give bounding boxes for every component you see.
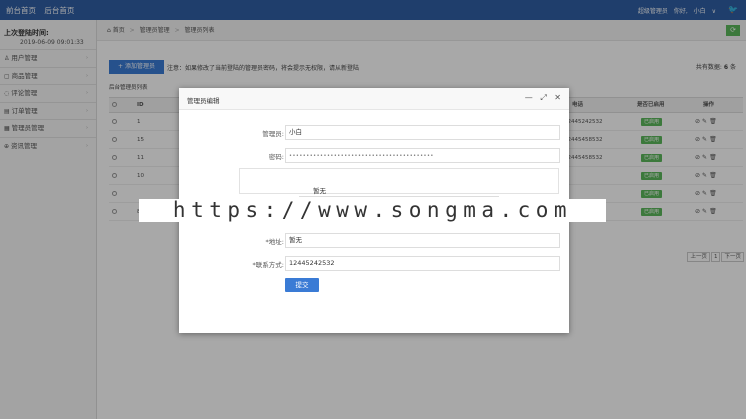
password-row: 密码: ••••••••••••••••••••••••••••••••••••… [179,148,569,163]
dialog-title: 管理员编辑 [187,97,220,105]
minimize-icon[interactable]: — [525,93,533,102]
admin-name-input[interactable]: 小白 [285,125,560,140]
contact-row: *联系方式: 12445242532 [179,256,569,271]
dialog-controls: — ⤢ ✕ [520,93,561,103]
contact-input[interactable]: 12445242532 [285,256,560,271]
watermark-banner: https://www.songma.com [139,199,606,222]
submit-button[interactable]: 提交 [285,278,319,292]
maximize-icon[interactable]: ⤢ [540,93,546,102]
password-mask: ••••••••••••••••••••••••••••••••••••••••… [289,153,434,159]
dialog-header[interactable]: 管理员编辑 — ⤢ ✕ [179,88,569,110]
contact-label: *联系方式: [252,261,284,269]
password-input[interactable]: ••••••••••••••••••••••••••••••••••••••••… [285,148,560,163]
admin-name-label: 管理员: [262,130,284,138]
role-dropdown-panel[interactable] [239,168,559,194]
role-dropdown-option[interactable]: 暂无 [313,185,326,195]
address-input[interactable]: 暂无 [285,233,560,248]
password-label: 密码: [268,153,284,161]
address-row: *地址: 暂无 [179,233,569,248]
admin-name-row: 管理员: 小白 [179,125,569,140]
address-label: *地址: [265,238,284,246]
close-icon[interactable]: ✕ [554,93,561,102]
dropdown-divider [299,196,499,197]
